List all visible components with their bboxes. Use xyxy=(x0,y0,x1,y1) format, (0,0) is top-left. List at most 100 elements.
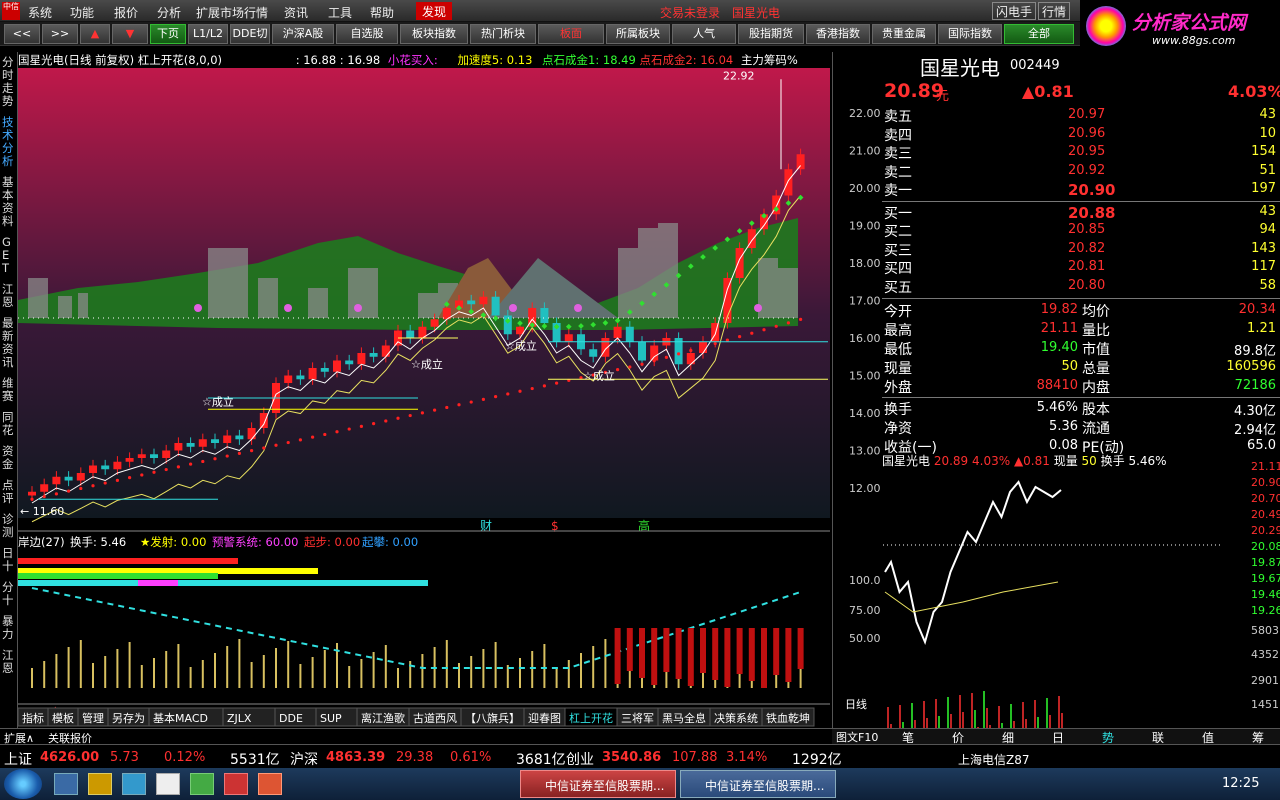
intraday-chart[interactable]: 21.11 20.90 20.70 20.49 20.29 20.08 19.87 19.67… xyxy=(883,462,1280,752)
dde-button[interactable]: DDE切 xyxy=(230,24,270,44)
intl-index-button[interactable]: 国际指数 xyxy=(938,24,1002,44)
hk-index-button[interactable]: 香港指数 xyxy=(806,24,870,44)
support-dot xyxy=(481,397,485,401)
detail-tab-7[interactable]: 筹 xyxy=(1252,729,1264,746)
media-icon[interactable] xyxy=(122,773,146,795)
favorites-button[interactable]: 自选股 xyxy=(336,24,398,44)
taskbar-app-1[interactable]: 中信证券至信股票期... xyxy=(520,770,676,798)
support-dot xyxy=(640,362,644,366)
market-button[interactable]: 行情 xyxy=(1038,2,1071,20)
down-arrow-button[interactable]: ▼ xyxy=(112,24,148,44)
price-axis-label: 16.00 xyxy=(849,332,881,345)
tuwen-f10[interactable]: 图文F10 xyxy=(836,729,878,745)
leftnav-item-9[interactable]: 点评 xyxy=(2,479,16,505)
menu-discover[interactable]: 发现 xyxy=(416,2,453,20)
menu-quote[interactable]: 报价 xyxy=(114,4,138,21)
belong-sector-button[interactable]: 所属板块 xyxy=(606,24,670,44)
app-icon-4[interactable] xyxy=(258,773,282,795)
leftnav-item-11[interactable]: 日十 xyxy=(2,547,16,573)
sell-label-2: 卖三 xyxy=(884,146,912,162)
support-dot xyxy=(335,430,339,434)
login-status[interactable]: 交易未登录 xyxy=(660,4,720,21)
detail-tab-5[interactable]: 联 xyxy=(1152,729,1164,746)
menu-analysis[interactable]: 分析 xyxy=(157,4,181,21)
menu-tools[interactable]: 工具 xyxy=(328,4,352,21)
sub-red-bar xyxy=(700,628,706,673)
stat-val-b-5: 4.30亿 xyxy=(1234,404,1276,419)
futures-button[interactable]: 股指期货 xyxy=(738,24,804,44)
tab-label-5: ZJLX xyxy=(227,712,252,725)
ie-icon[interactable] xyxy=(54,773,78,795)
app-icon-1[interactable] xyxy=(156,773,180,795)
all-button[interactable]: 全部 xyxy=(1004,24,1074,44)
menu-function[interactable]: 功能 xyxy=(70,4,94,21)
detail-tab-3[interactable]: 日 xyxy=(1052,729,1064,746)
detail-tab-1[interactable]: 价 xyxy=(952,729,964,746)
menu-ext-market[interactable]: 扩展市场行情 xyxy=(196,4,268,21)
popularity-button[interactable]: 人气 xyxy=(672,24,736,44)
flash-hand-button[interactable]: 闪电手 xyxy=(992,2,1037,20)
detail-tab-6[interactable]: 值 xyxy=(1202,729,1214,746)
leftnav-item-10[interactable]: 诊测 xyxy=(2,513,16,539)
support-dot xyxy=(115,478,119,482)
leftnav-item-4[interactable]: 江恩 xyxy=(2,283,16,309)
app-icon-3[interactable] xyxy=(224,773,248,795)
next-page-button[interactable]: 下页 xyxy=(150,24,186,44)
prev-button[interactable]: << xyxy=(4,24,40,44)
candle-body xyxy=(64,476,73,481)
candle-body xyxy=(564,334,573,342)
menu-news[interactable]: 资讯 xyxy=(284,4,308,21)
leftnav-item-12[interactable]: 分十 xyxy=(2,581,16,607)
l1l2-button[interactable]: L1/L2 xyxy=(188,24,228,44)
folder-icon[interactable] xyxy=(88,773,112,795)
support-dot xyxy=(786,321,791,325)
sub-axis-label: 100.0 xyxy=(849,574,881,587)
next-button[interactable]: >> xyxy=(42,24,78,44)
ext-button[interactable]: 扩展∧ xyxy=(4,730,34,746)
leftnav-item-13[interactable]: 暴力 xyxy=(2,615,16,641)
mini-xl: 现量 xyxy=(1053,454,1082,468)
detail-tab-0[interactable]: 笔 xyxy=(902,729,914,746)
leftnav-item-7[interactable]: 同花 xyxy=(2,411,16,437)
up-arrow-button[interactable]: ▲ xyxy=(80,24,110,44)
index-name-2[interactable]: 创业 xyxy=(566,749,594,769)
leftnav-item-1[interactable]: 技术分析 xyxy=(2,116,16,168)
mini-axis-label: 5803 xyxy=(1251,624,1279,637)
candle-body xyxy=(125,458,134,462)
index-name-0[interactable]: 上证 xyxy=(4,749,32,769)
quote-divider xyxy=(882,200,1280,202)
menu-system[interactable]: 系统 xyxy=(28,4,52,21)
candle-body xyxy=(308,368,317,380)
board-button[interactable]: 板面 xyxy=(538,24,604,44)
price-axis-label: 21.00 xyxy=(849,145,881,158)
indicator-xiaohua: 小花买入: xyxy=(387,53,438,67)
leftnav-item-14[interactable]: 江恩 xyxy=(2,649,16,675)
kline-chart[interactable]: ☆成立☆成立☆成立☆成立22.92← 11.60财 $ 高岸边(27) 换手: 5.4… xyxy=(18,68,832,728)
start-button-icon[interactable] xyxy=(4,769,42,799)
sector-index-button[interactable]: 板块指数 xyxy=(400,24,468,44)
index-name-1[interactable]: 沪深 xyxy=(290,749,318,769)
leftnav-item-3[interactable]: GET xyxy=(2,236,16,275)
sell-price-2: 20.95 xyxy=(1068,144,1106,159)
quote-divider-2 xyxy=(882,298,1280,299)
metals-button[interactable]: 贵重金属 xyxy=(872,24,936,44)
stock-unit: 元 xyxy=(936,89,950,104)
taskbar-app-2[interactable]: 中信证券至信股票期... xyxy=(680,770,836,798)
hs-a-button[interactable]: 沪深A股 xyxy=(272,24,334,44)
hot-sector-button[interactable]: 热门析块 xyxy=(470,24,536,44)
support-dot xyxy=(518,389,522,393)
detail-tab-4[interactable]: 势 xyxy=(1102,729,1114,746)
menu-help[interactable]: 帮助 xyxy=(370,4,394,21)
leftnav-item-5[interactable]: 最新资讯 xyxy=(2,317,16,369)
leftnav-item-0[interactable]: 分时走势 xyxy=(2,56,16,108)
buy-price-3: 20.81 xyxy=(1068,259,1106,274)
index-amount-2: 1292亿 xyxy=(792,752,842,768)
right-axis: 22.00 21.00 20.00 19.00 18.00 17.00 16.00 15.00… xyxy=(845,107,881,711)
leftnav-item-6[interactable]: 维赛 xyxy=(2,377,16,403)
related-quote-button[interactable]: 关联报价 xyxy=(48,730,92,746)
leftnav-item-8[interactable]: 资金 xyxy=(2,445,16,471)
detail-tab-2[interactable]: 细 xyxy=(1002,729,1014,746)
leftnav-item-2[interactable]: 基本资料 xyxy=(2,176,16,228)
support-dot xyxy=(652,359,656,363)
app-icon-2[interactable] xyxy=(190,773,214,795)
